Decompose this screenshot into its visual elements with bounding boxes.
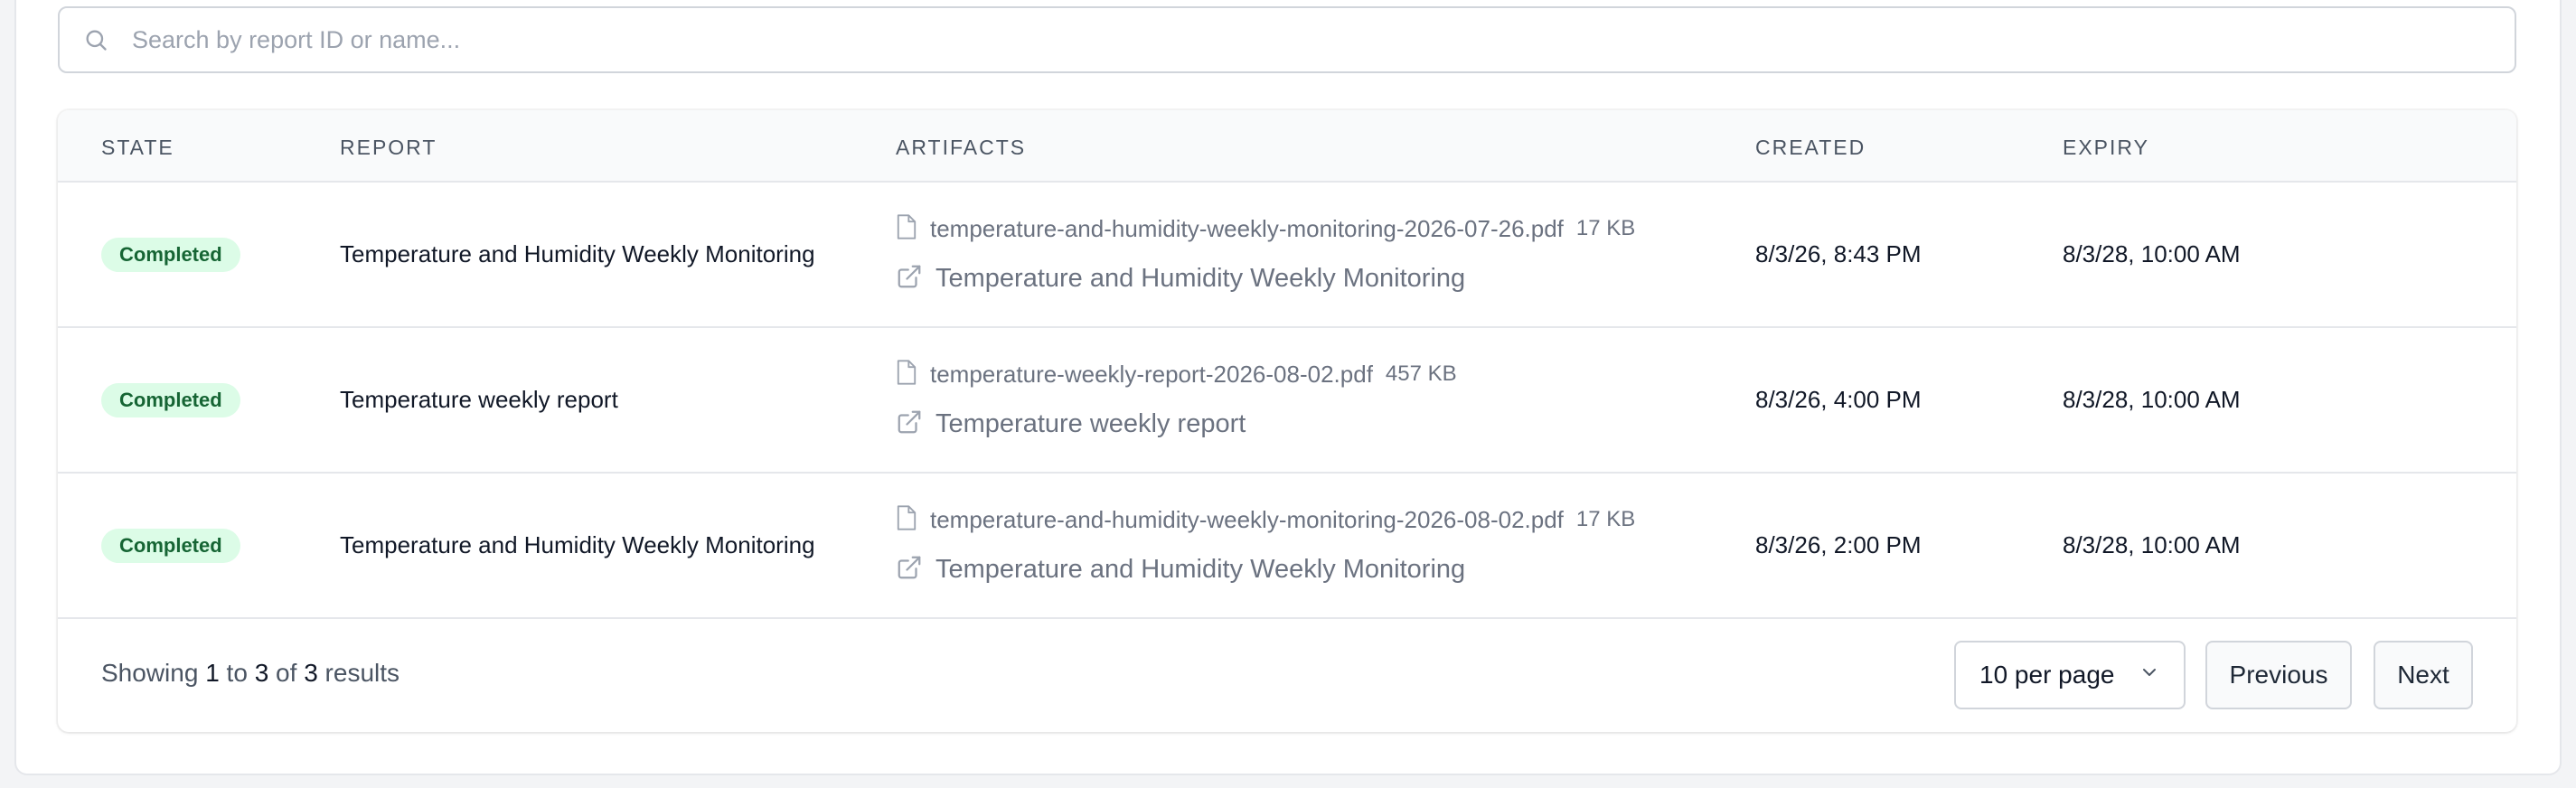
reports-table: STATE REPORT ARTIFACTS CREATED EXPIRY Co…: [58, 110, 2516, 732]
table-header: STATE REPORT ARTIFACTS CREATED EXPIRY: [58, 110, 2516, 183]
per-page-value: 10 per page: [1979, 661, 2115, 689]
results-summary: Showing 1 to 3 of 3 results: [101, 659, 400, 688]
results-of-word: of: [276, 659, 297, 687]
table-row[interactable]: Completed Temperature weekly report temp…: [58, 328, 2516, 474]
file-size: 457 KB: [1385, 361, 1457, 386]
status-badge: Completed: [101, 383, 240, 417]
created-date: 8/3/26, 2:00 PM: [1755, 531, 1922, 558]
search-input[interactable]: [130, 24, 2393, 55]
file-icon: [896, 213, 917, 245]
report-name: Temperature weekly report: [340, 386, 618, 413]
artifact-link[interactable]: Temperature and Humidity Weekly Monitori…: [896, 551, 1465, 587]
link-text[interactable]: Temperature and Humidity Weekly Monitori…: [935, 264, 1465, 294]
results-from: 1: [205, 659, 220, 687]
artifact-file[interactable]: temperature-weekly-report-2026-08-02.pdf…: [896, 359, 1457, 389]
external-link-icon: [896, 263, 923, 295]
file-icon: [896, 359, 917, 390]
header-expiry: EXPIRY: [2063, 136, 2149, 159]
file-name[interactable]: temperature-weekly-report-2026-08-02.pdf: [930, 361, 1373, 389]
header-report: REPORT: [340, 136, 437, 159]
table-row[interactable]: Completed Temperature and Humidity Weekl…: [58, 183, 2516, 328]
status-badge: Completed: [101, 238, 240, 272]
results-to: 3: [254, 659, 269, 687]
header-created: CREATED: [1755, 136, 1866, 159]
artifact-link[interactable]: Temperature weekly report: [896, 406, 1246, 442]
results-total: 3: [304, 659, 318, 687]
results-prefix: Showing: [101, 659, 199, 687]
file-name[interactable]: temperature-and-humidity-weekly-monitori…: [930, 215, 1564, 243]
expiry-date: 8/3/28, 10:00 AM: [2063, 240, 2241, 267]
results-to-word: to: [226, 659, 248, 687]
chevron-down-icon: [2139, 661, 2160, 690]
external-link-icon: [896, 408, 923, 440]
report-name: Temperature and Humidity Weekly Monitori…: [340, 240, 815, 267]
file-name[interactable]: temperature-and-humidity-weekly-monitori…: [930, 506, 1564, 534]
header-state: STATE: [101, 136, 174, 159]
created-date: 8/3/26, 8:43 PM: [1755, 240, 1922, 267]
created-date: 8/3/26, 4:00 PM: [1755, 386, 1922, 413]
previous-button[interactable]: Previous: [2205, 641, 2352, 709]
expiry-date: 8/3/28, 10:00 AM: [2063, 386, 2241, 413]
pagination-footer: Showing 1 to 3 of 3 results 10 per page …: [58, 619, 2516, 732]
per-page-select[interactable]: 10 per page: [1954, 641, 2186, 709]
expiry-date: 8/3/28, 10:00 AM: [2063, 531, 2241, 558]
artifact-file[interactable]: temperature-and-humidity-weekly-monitori…: [896, 504, 1635, 535]
results-suffix: results: [324, 659, 400, 687]
artifact-file[interactable]: temperature-and-humidity-weekly-monitori…: [896, 213, 1635, 244]
file-size: 17 KB: [1575, 216, 1636, 240]
link-text[interactable]: Temperature weekly report: [935, 409, 1246, 439]
report-name: Temperature and Humidity Weekly Monitori…: [340, 531, 815, 558]
file-icon: [896, 504, 917, 536]
external-link-icon: [896, 554, 923, 586]
artifact-link[interactable]: Temperature and Humidity Weekly Monitori…: [896, 260, 1465, 296]
search-icon: [83, 25, 112, 54]
table-row[interactable]: Completed Temperature and Humidity Weekl…: [58, 474, 2516, 619]
file-size: 17 KB: [1575, 507, 1636, 531]
search-box[interactable]: [58, 6, 2516, 73]
next-button[interactable]: Next: [2374, 641, 2473, 709]
link-text[interactable]: Temperature and Humidity Weekly Monitori…: [935, 555, 1465, 585]
status-badge: Completed: [101, 529, 240, 563]
header-artifacts: ARTIFACTS: [896, 136, 1027, 159]
